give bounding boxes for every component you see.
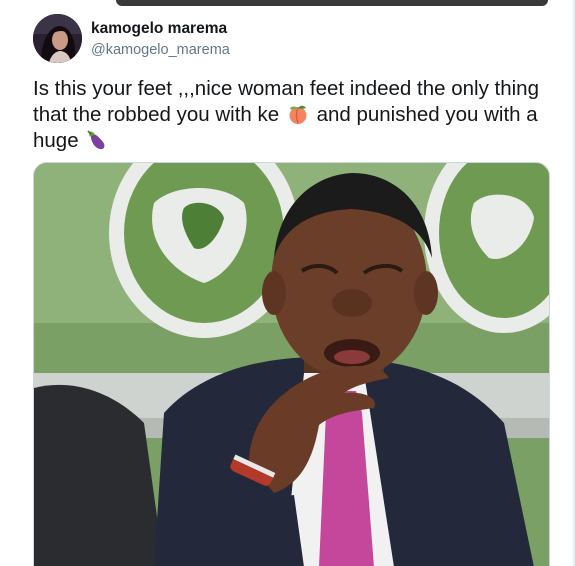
author-display-name[interactable]: kamogelo marema [91, 20, 227, 38]
tweet-photo[interactable] [33, 162, 550, 566]
avatar[interactable] [33, 14, 82, 63]
tweet-page: kamogelo marema @kamogelo_marema Is this… [0, 0, 575, 566]
tweet-text: Is this your feet ,,,nice woman feet ind… [33, 76, 553, 154]
photo-content [34, 163, 549, 566]
profile-avatar-icon [33, 14, 82, 63]
author-handle[interactable]: @kamogelo_marema [91, 42, 230, 58]
eggplant-emoji-icon [87, 130, 105, 150]
peach-emoji-icon [289, 105, 307, 124]
previous-media-edge[interactable] [116, 0, 548, 6]
